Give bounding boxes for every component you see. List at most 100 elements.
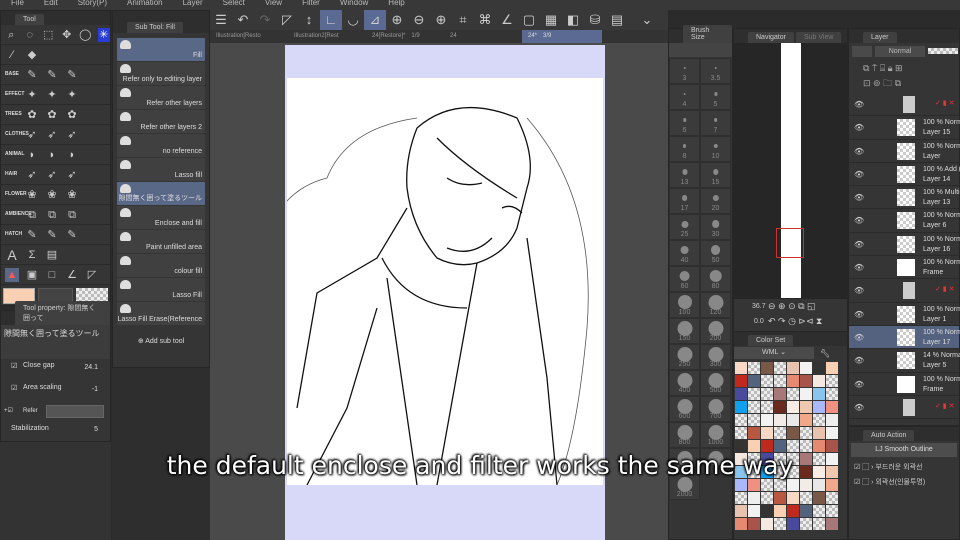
brush-size-tab[interactable]: Brush Size bbox=[683, 25, 732, 43]
eye-icon[interactable]: 👁︎ bbox=[854, 333, 864, 342]
eraser-icon[interactable]: ◆ bbox=[25, 48, 39, 62]
color-swatch[interactable] bbox=[748, 479, 760, 491]
canvas-tab[interactable]: 24 bbox=[444, 30, 522, 43]
navigator-zoom-value[interactable]: 36.7 bbox=[752, 303, 766, 310]
layer-row[interactable]: 👁︎ 100 % Normal Layer 15 bbox=[849, 116, 960, 140]
custom-tool-icon[interactable]: ✎ bbox=[65, 228, 79, 242]
sub-tool-item[interactable]: Lasso Fill bbox=[117, 278, 205, 301]
chevron-down-icon[interactable]: ⌄ bbox=[636, 10, 658, 30]
brush-size-cell[interactable]: 100 bbox=[669, 292, 700, 318]
layer-tab[interactable]: Layer bbox=[863, 32, 897, 43]
custom-tool-icon[interactable]: ⧉ bbox=[25, 208, 39, 222]
custom-tool-icon[interactable]: ⧉ bbox=[65, 208, 79, 222]
custom-tool-icon[interactable]: ➶ bbox=[25, 128, 39, 142]
brush-size-cell[interactable]: 800 bbox=[669, 422, 700, 448]
custom-tool-icon[interactable]: ✿ bbox=[45, 108, 59, 122]
color-swatch[interactable] bbox=[813, 479, 825, 491]
color-swatch[interactable] bbox=[800, 414, 812, 426]
crop-icon[interactable]: ⌗ bbox=[452, 10, 474, 30]
menu-select[interactable]: Select bbox=[212, 0, 254, 10]
brush-size-cell[interactable]: 15 bbox=[700, 162, 731, 188]
color-swatch[interactable] bbox=[761, 492, 773, 504]
custom-tool-icon[interactable]: ◗ bbox=[45, 148, 59, 162]
perspective-icon[interactable]: ◸ bbox=[85, 268, 99, 282]
eye-icon[interactable]: 👁︎ bbox=[854, 286, 864, 295]
brush-size-cell[interactable]: 50 bbox=[700, 240, 731, 266]
add-sub-tool-button[interactable]: ⊕ Add sub tool bbox=[113, 337, 209, 345]
clear-icon[interactable]: ▦ bbox=[540, 10, 562, 30]
layer-color-dropdown[interactable] bbox=[852, 45, 872, 57]
sub-tool-item[interactable]: colour fill bbox=[117, 254, 205, 277]
color-swatch[interactable] bbox=[826, 414, 838, 426]
color-swatch[interactable] bbox=[761, 518, 773, 530]
color-swatch[interactable] bbox=[761, 479, 773, 491]
brush-size-cell[interactable]: 17 bbox=[669, 188, 700, 214]
color-swatch[interactable] bbox=[748, 401, 760, 413]
color-swatch[interactable] bbox=[787, 518, 799, 530]
snap-grid-icon[interactable]: ⊿ bbox=[364, 10, 386, 30]
brush-size-cell[interactable]: 80 bbox=[700, 266, 731, 292]
brush-size-cell[interactable]: 300 bbox=[700, 344, 731, 370]
layer-row[interactable]: 👁︎ 100 % Normal Frame bbox=[849, 373, 960, 396]
layer-row[interactable]: 👁︎ 100 % Normal Layer 16 bbox=[849, 233, 960, 257]
color-swatch[interactable] bbox=[774, 362, 786, 374]
close-gap-checkbox[interactable]: ☑ bbox=[11, 362, 17, 370]
menu-filter[interactable]: Filter bbox=[291, 0, 329, 10]
color-swatch[interactable] bbox=[787, 505, 799, 517]
color-swatch[interactable] bbox=[761, 427, 773, 439]
custom-tool-icon[interactable]: ⧉ bbox=[45, 208, 59, 222]
menu-animation[interactable]: Animation bbox=[116, 0, 172, 10]
sub-tool-item[interactable]: Lasso Fill Erase(Reference bbox=[117, 302, 205, 325]
tool-tab[interactable]: Tool bbox=[15, 14, 44, 25]
area-scaling-checkbox[interactable]: ☑ bbox=[11, 384, 17, 392]
lasso-tool-icon[interactable]: ◯ bbox=[79, 28, 92, 42]
brush-size-cell[interactable]: 7 bbox=[700, 110, 731, 136]
ruler-icon[interactable]: ∠ bbox=[65, 268, 79, 282]
sub-view-tab[interactable]: Sub View bbox=[795, 32, 842, 43]
color-swatch[interactable] bbox=[800, 492, 812, 504]
brush-size-cell[interactable]: 700 bbox=[700, 396, 731, 422]
color-swatch[interactable] bbox=[826, 518, 838, 530]
sub-tool-item[interactable]: Paint unfilled area bbox=[117, 230, 205, 253]
custom-tool-icon[interactable]: ✎ bbox=[25, 68, 39, 82]
custom-tool-icon[interactable]: ➶ bbox=[45, 128, 59, 142]
frame-tool-icon[interactable]: ▤ bbox=[45, 248, 59, 262]
color-swatch[interactable] bbox=[774, 401, 786, 413]
menu-icon[interactable]: ☰ bbox=[210, 10, 232, 30]
eye-icon[interactable]: 👁︎ bbox=[854, 170, 864, 179]
color-swatch[interactable] bbox=[813, 401, 825, 413]
layer-row[interactable]: 👁︎ 100 % Normal Layer 1 bbox=[849, 303, 960, 326]
custom-tool-icon[interactable]: ❀ bbox=[45, 188, 59, 202]
layer-row[interactable]: 👁︎ 100 % Normal Layer 17 bbox=[849, 325, 960, 350]
color-swatch[interactable] bbox=[787, 492, 799, 504]
color-swatch[interactable] bbox=[748, 375, 760, 387]
color-swatch[interactable] bbox=[774, 518, 786, 530]
fill-tool-icon[interactable]: ▲ bbox=[5, 267, 19, 282]
layer-toolbar[interactable]: ⧉ ⍑ ⌸ 🔒︎ ⊞ ⊡ ⊚ 🗀︎ ⧉ bbox=[849, 59, 959, 93]
color-swatch[interactable] bbox=[761, 362, 773, 374]
color-swatch[interactable] bbox=[787, 401, 799, 413]
color-swatch[interactable] bbox=[735, 479, 747, 491]
color-swatch[interactable] bbox=[826, 505, 838, 517]
sub-tool-item[interactable]: 隙間無く囲って塗るツール bbox=[117, 182, 205, 205]
color-swatch[interactable] bbox=[800, 401, 812, 413]
color-swatch[interactable] bbox=[787, 362, 799, 374]
color-swatch[interactable] bbox=[748, 427, 760, 439]
move-icon[interactable]: ↕ bbox=[298, 10, 320, 30]
color-swatch[interactable] bbox=[735, 362, 747, 374]
color-swatch[interactable] bbox=[761, 401, 773, 413]
color-swatch[interactable] bbox=[813, 388, 825, 400]
color-swatch[interactable] bbox=[800, 427, 812, 439]
brush-size-cell[interactable]: 600 bbox=[669, 396, 700, 422]
brush-size-cell[interactable]: 250 bbox=[669, 344, 700, 370]
layer-folder-row[interactable]: 👁︎ ✓ ▮ ✕ bbox=[849, 396, 959, 420]
sub-tool-item[interactable]: Fill bbox=[117, 38, 205, 61]
color-swatch[interactable] bbox=[774, 414, 786, 426]
brush-size-cell[interactable]: 120 bbox=[700, 292, 731, 318]
sub-tool-item[interactable]: Refer only to editing layer bbox=[117, 62, 205, 85]
color-swatch[interactable] bbox=[735, 375, 747, 387]
color-swatch[interactable] bbox=[774, 479, 786, 491]
navigator-rotate-buttons[interactable]: ↶ ↷ ◷ ⊳⊲ ⧗ bbox=[768, 316, 822, 327]
eye-icon[interactable]: 👁︎ bbox=[854, 216, 864, 225]
color-swatch[interactable] bbox=[800, 505, 812, 517]
